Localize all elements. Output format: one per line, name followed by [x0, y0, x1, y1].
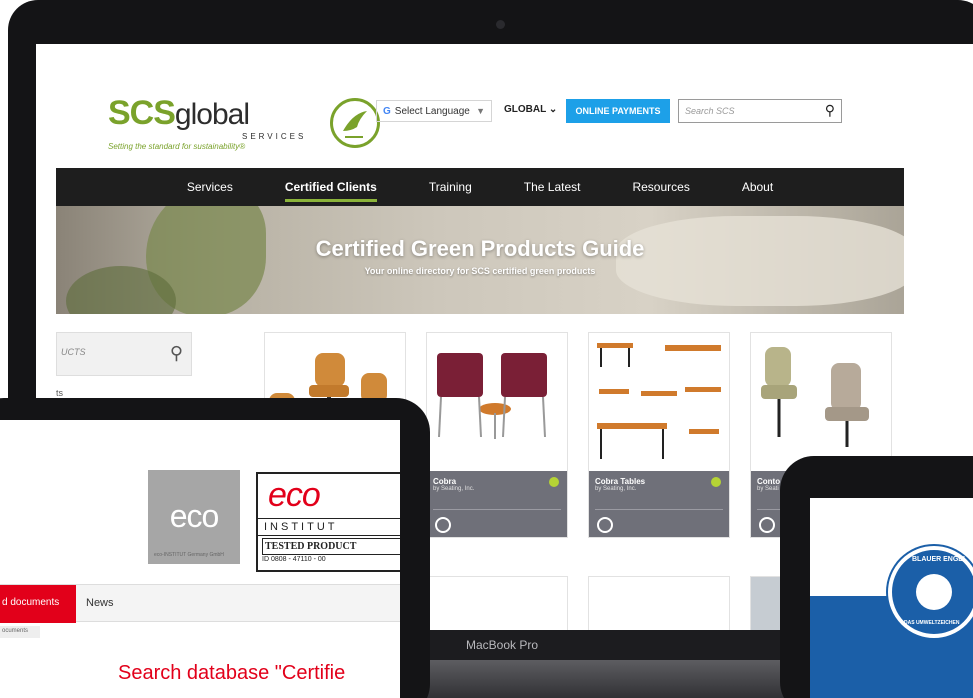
- hummingbird-icon: [330, 98, 380, 148]
- site-search-input[interactable]: Search SCS ⚲: [678, 99, 842, 123]
- eco-logo[interactable]: eco eco-INSTITUT Germany GmbH: [148, 470, 240, 564]
- breadcrumb[interactable]: ocuments: [0, 626, 40, 638]
- certification-badge-icon: [759, 517, 775, 533]
- scs-logo[interactable]: SCSglobal SERVICES Setting the standard …: [108, 94, 380, 154]
- product-card[interactable]: Cobra by Seating, Inc.: [426, 332, 568, 538]
- search-icon[interactable]: ⚲: [825, 102, 835, 119]
- arrow-right-icon[interactable]: [549, 477, 559, 487]
- chevron-down-icon: ⌄: [548, 104, 558, 115]
- institut-brand: eco: [268, 476, 321, 514]
- tab-documents[interactable]: d documents: [0, 585, 76, 623]
- nav-about[interactable]: About: [742, 176, 773, 198]
- blue-angel-logo[interactable]: BLAUER ENGEL DAS UMWELTZEICHEN: [888, 546, 973, 638]
- product-card[interactable]: [426, 576, 568, 630]
- tab-news[interactable]: News: [86, 597, 114, 609]
- product-name: Cobra: [433, 477, 457, 486]
- sidebar-text: ts: [56, 388, 64, 398]
- search-icon[interactable]: ⚲: [170, 343, 183, 364]
- divider: [595, 509, 723, 510]
- main-nav: Services Certified Clients Training The …: [56, 168, 904, 206]
- product-brand: by Seating, Inc.: [595, 486, 637, 492]
- language-select[interactable]: G Select Language ▼: [376, 100, 492, 122]
- nav-resources[interactable]: Resources: [632, 176, 689, 198]
- angel-icon: [916, 574, 952, 610]
- product-search-placeholder: UCTS: [61, 347, 86, 357]
- product-image: [751, 333, 891, 471]
- region-menu[interactable]: GLOBAL ⌄: [504, 104, 557, 115]
- product-name: Cobra Tables: [595, 477, 646, 486]
- tested-product-text: TESTED PRODUCT: [262, 538, 400, 555]
- eco-logo-caption: eco-INSTITUT Germany GmbH: [154, 552, 224, 558]
- region-label: GLOBAL: [504, 104, 547, 115]
- tablet-right-screen: BLAUER ENGEL DAS UMWELTZEICHEN: [810, 498, 973, 698]
- logo-word: SCS: [108, 94, 176, 132]
- product-info: Cobra by Seating, Inc.: [427, 471, 567, 537]
- nav-services[interactable]: Services: [187, 176, 233, 198]
- product-id: ID 0808 - 47110 - 00: [262, 556, 326, 563]
- online-payments-button[interactable]: ONLINE PAYMENTS: [566, 99, 670, 123]
- eco-institut-label: eco INSTITUT TESTED PRODUCT ID 0808 - 47…: [256, 472, 400, 572]
- institut-text: INSTITUT: [258, 518, 400, 536]
- hero-banner: Certified Green Products Guide Your onli…: [56, 206, 904, 314]
- product-brand: by Seating, Inc.: [433, 486, 475, 492]
- product-info: Cobra Tables by Seating, Inc.: [589, 471, 729, 537]
- logo-services: SERVICES: [242, 132, 307, 141]
- product-search-input[interactable]: UCTS ⚲: [56, 332, 192, 376]
- tablet-left: eco eco-INSTITUT Germany GmbH eco INSTIT…: [0, 398, 430, 698]
- arrow-right-icon[interactable]: [711, 477, 721, 487]
- product-image: [427, 333, 567, 471]
- tablet-left-screen: eco eco-INSTITUT Germany GmbH eco INSTIT…: [0, 420, 400, 698]
- page-heading: Search database "Certifie: [118, 662, 346, 684]
- certification-badge-icon: [597, 517, 613, 533]
- tablet-right: BLAUER ENGEL DAS UMWELTZEICHEN: [780, 456, 973, 698]
- badge-top-text: BLAUER ENGEL: [912, 556, 968, 563]
- certification-badge-icon: [435, 517, 451, 533]
- tab-bar: d documents News: [0, 584, 400, 623]
- divider: [433, 509, 561, 510]
- dropdown-arrow-icon: ▼: [476, 106, 485, 116]
- google-icon: G: [383, 105, 391, 117]
- nav-training[interactable]: Training: [429, 176, 472, 198]
- nav-certified-clients[interactable]: Certified Clients: [284, 176, 377, 202]
- hero-subtitle: Your online directory for SCS certified …: [364, 266, 596, 276]
- product-image: [589, 333, 729, 471]
- camera-dot: [496, 20, 505, 29]
- eco-logo-text: eco: [169, 498, 220, 534]
- language-label: Select Language: [394, 105, 470, 117]
- product-card[interactable]: [588, 576, 730, 630]
- badge-bottom-text: DAS UMWELTZEICHEN: [904, 620, 960, 626]
- hero-title: Certified Green Products Guide: [315, 236, 645, 261]
- logo-tagline: Setting the standard for sustainability®: [108, 142, 246, 151]
- product-card[interactable]: Cobra Tables by Seating, Inc.: [588, 332, 730, 538]
- logo-word-2: global: [174, 98, 250, 131]
- nav-the-latest[interactable]: The Latest: [524, 176, 581, 198]
- search-placeholder: Search SCS: [685, 106, 735, 116]
- model-label: MacBook Pro: [466, 638, 539, 652]
